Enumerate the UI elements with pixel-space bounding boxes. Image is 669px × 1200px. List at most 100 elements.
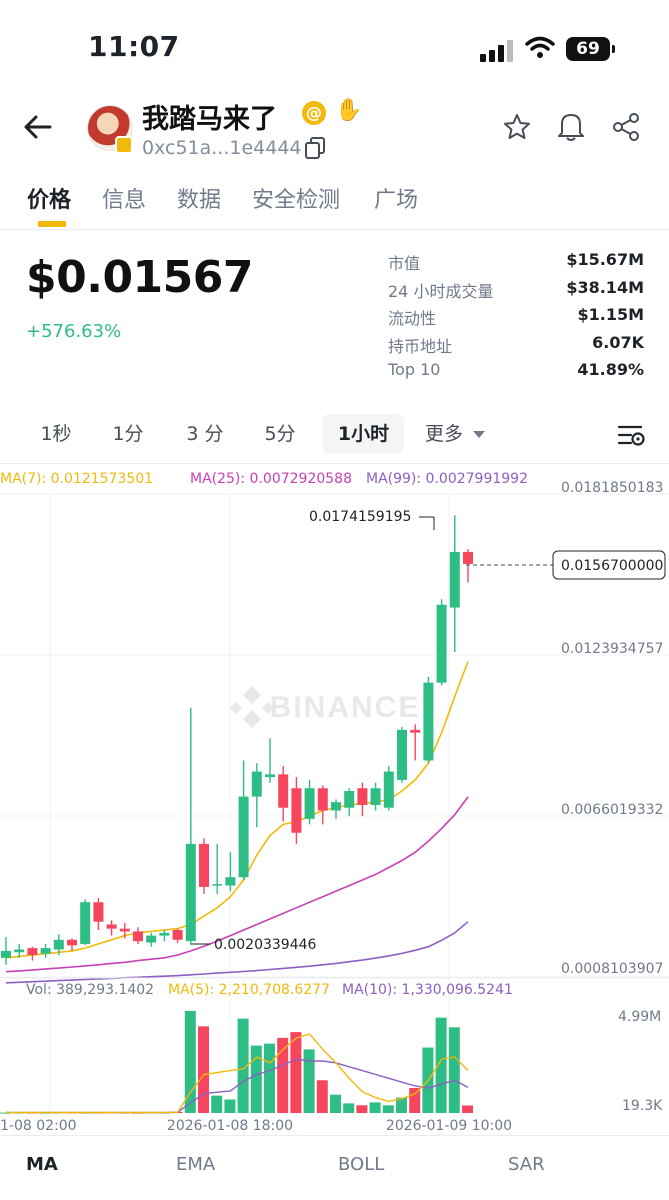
star-icon[interactable] xyxy=(502,112,532,142)
interval-1m[interactable]: 1分 xyxy=(100,414,156,454)
candle-body xyxy=(67,939,77,946)
battery-tip xyxy=(612,45,615,53)
tab-price[interactable]: 价格 xyxy=(27,182,71,214)
x-axis-label: 1-08 02:00 xyxy=(0,1118,77,1134)
interval-3m[interactable]: 3 分 xyxy=(175,414,235,454)
tab-info[interactable]: 信息 xyxy=(102,182,146,214)
vol-ma10-legend: MA(10): 1,330,096.5241 xyxy=(342,982,513,998)
volume-bar xyxy=(462,1105,473,1113)
stat-label: Top 10 xyxy=(388,360,441,379)
candle-body xyxy=(172,930,183,940)
x-axis-label: 2026-01-09 10:00 xyxy=(386,1118,512,1134)
stat-label: 流动性 xyxy=(388,309,437,328)
indicator-selector: MA EMA BOLL SAR xyxy=(0,1135,669,1195)
stat-row-volume: 24 小时成交量 $38.14M xyxy=(388,278,644,306)
volume-bar xyxy=(250,1045,262,1113)
market-stats: 市值 $15.67M 24 小时成交量 $38.14M 流动性 $1.15M 持… xyxy=(388,250,644,388)
status-time: 11:07 xyxy=(88,30,180,63)
candle-body xyxy=(265,774,275,778)
ma7-legend: MA(7): 0.0121573501 xyxy=(0,471,153,487)
low-price-label: 0.0020339446 xyxy=(214,937,317,953)
indicator-sar[interactable]: SAR xyxy=(508,1154,545,1175)
stat-row-holders: 持币地址 6.07K xyxy=(388,333,644,361)
vol-ma5-legend: MA(5): 2,210,708.6277 xyxy=(168,982,330,998)
volume-bar xyxy=(316,1080,328,1113)
candle-body xyxy=(383,771,394,808)
active-tab-indicator xyxy=(38,221,66,227)
interval-5m[interactable]: 5分 xyxy=(252,414,308,454)
candle-body xyxy=(291,788,302,833)
share-icon[interactable] xyxy=(611,112,641,142)
vol-y-axis-label: 19.3K xyxy=(622,1098,663,1114)
copy-icon[interactable] xyxy=(304,136,326,160)
token-name: 我踏马来了 xyxy=(142,104,277,135)
indicator-ma[interactable]: MA xyxy=(26,1154,58,1175)
chain-badge-icon xyxy=(115,136,133,154)
y-axis-label: 0.0181850183 xyxy=(561,480,663,496)
vol-y-axis-label: 4.99M xyxy=(618,1009,661,1025)
candle-body xyxy=(410,729,421,733)
candle-body xyxy=(27,948,38,956)
candle-body xyxy=(185,843,196,942)
candle-body xyxy=(159,932,170,936)
token-header: 我踏马来了 @ ✋ 0xc51a...1e4444 xyxy=(0,90,669,170)
tab-security[interactable]: 安全检测 xyxy=(252,182,340,214)
divider xyxy=(0,229,669,230)
battery-indicator: 69 xyxy=(566,37,610,61)
candle-body xyxy=(40,948,51,954)
candle-body xyxy=(397,729,407,780)
candle-body xyxy=(225,877,236,886)
y-axis-label: 0.0123934757 xyxy=(561,641,663,657)
chevron-down-icon xyxy=(473,431,486,438)
chart-settings-icon[interactable] xyxy=(617,423,645,449)
stat-label: 24 小时成交量 xyxy=(388,281,494,301)
interval-more[interactable]: 更多 xyxy=(425,414,505,454)
candle-body xyxy=(1,950,11,958)
stat-row-market-cap: 市值 $15.67M xyxy=(388,250,644,278)
tab-data[interactable]: 数据 xyxy=(177,182,221,214)
status-bar: 11:07 69 xyxy=(0,0,669,90)
stat-row-liquidity: 流动性 $1.15M xyxy=(388,305,644,333)
indicator-boll[interactable]: BOLL xyxy=(338,1154,384,1175)
candle-body xyxy=(238,796,249,878)
candle-body xyxy=(436,604,447,683)
high-marker-line xyxy=(419,516,435,530)
candle-body xyxy=(133,931,143,942)
candle-body xyxy=(304,788,315,819)
volume-bar xyxy=(409,1087,421,1113)
ma25-legend: MA(25): 0.0072920588 xyxy=(190,471,352,487)
x-axis-label: 2026-01-08 18:00 xyxy=(167,1118,293,1134)
volume-bar xyxy=(382,1105,394,1113)
candle-body xyxy=(119,928,130,932)
volume-bar xyxy=(264,1043,275,1113)
volume-bar xyxy=(211,1095,223,1113)
candle-body xyxy=(463,551,473,564)
candle-body xyxy=(53,939,64,950)
price-chart[interactable]: BINANCE MA(7): 0.0121573501 MA(25): 0.00… xyxy=(0,464,669,1135)
candle-body xyxy=(80,902,91,944)
candle-body xyxy=(278,774,289,808)
indicator-ema[interactable]: EMA xyxy=(176,1154,215,1175)
contract-address: 0xc51a...1e4444 xyxy=(142,137,302,159)
tab-square[interactable]: 广场 xyxy=(374,182,418,214)
candle-body xyxy=(344,791,355,808)
stat-row-top10: Top 10 41.89% xyxy=(388,360,644,388)
binance-logo-icon xyxy=(230,686,274,728)
interval-selector: 1秒 1分 3 分 5分 1小时 更多 xyxy=(0,410,669,462)
stat-value: 41.89% xyxy=(577,360,644,379)
candle-body xyxy=(357,788,368,805)
stat-value: $1.15M xyxy=(577,305,644,324)
y-axis-label: 0.0008103907 xyxy=(561,961,663,977)
at-icon: @ xyxy=(302,101,326,125)
stat-value: $38.14M xyxy=(566,277,644,297)
candle-body xyxy=(251,771,262,797)
price-change: +576.63% xyxy=(26,321,122,342)
volume-bar xyxy=(224,1099,236,1113)
interval-1s[interactable]: 1秒 xyxy=(28,414,84,454)
back-arrow-icon[interactable] xyxy=(22,112,54,142)
interval-1h[interactable]: 1小时 xyxy=(323,414,404,454)
current-price: $0.01567 xyxy=(26,252,254,303)
candle-body xyxy=(423,682,434,761)
candle-body xyxy=(106,924,117,929)
bell-icon[interactable] xyxy=(556,110,586,142)
